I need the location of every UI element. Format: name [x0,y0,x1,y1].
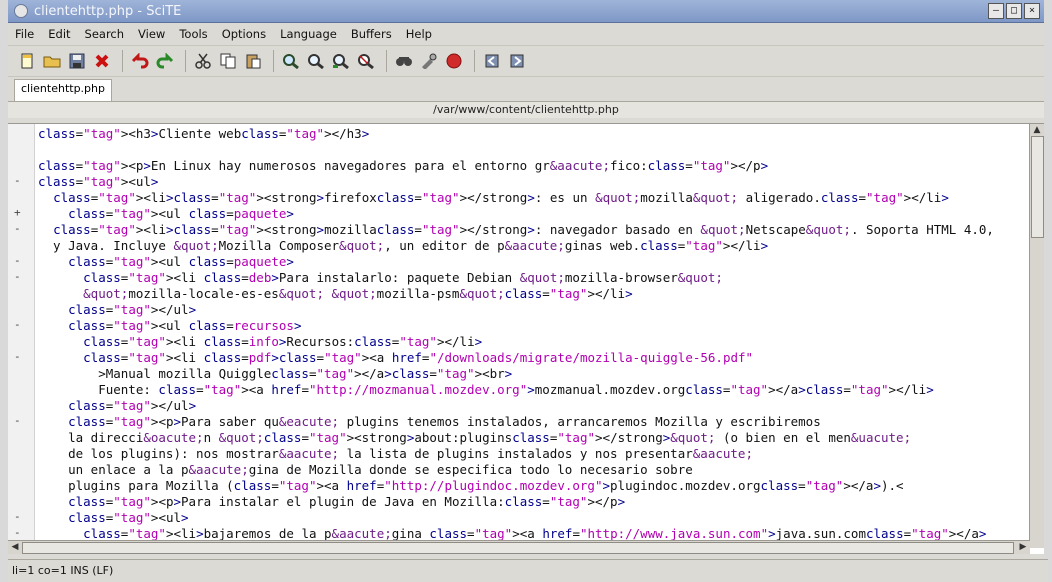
menu-edit[interactable]: Edit [41,27,77,41]
next-icon[interactable] [506,50,528,72]
status-bar: li=1 co=1 INS (LF) [8,559,1048,582]
code-line[interactable]: class="tag"><ul> [38,174,158,190]
toolbar-separator [474,50,475,72]
find-in-files-icon[interactable] [393,50,415,72]
code-line[interactable]: Fuente: class="tag"><a href="http://mozm… [38,382,934,398]
fold-margin[interactable]: - + - - - - - - - - [8,124,35,548]
code-line[interactable]: class="tag"><ul class=paquete> [38,206,294,222]
toolbar-separator [273,50,274,72]
fold-collapse-icon[interactable]: - [14,318,21,331]
fold-collapse-icon[interactable]: - [14,174,21,187]
paste-icon[interactable] [242,50,264,72]
scroll-up-icon[interactable]: ▲ [1031,124,1043,136]
code-editor[interactable]: - + - - - - - - - - class="tag"><h3>Cliente webcl… [8,123,1044,554]
scroll-left-icon[interactable]: ◀ [9,541,21,553]
code-line[interactable]: &quot;mozilla-locale-es-es&quot; &quot;m… [38,286,632,302]
fold-collapse-icon[interactable]: - [14,270,21,283]
toolbar-separator [185,50,186,72]
code-line[interactable]: class="tag"><p>Para instalar el plugin d… [38,494,625,510]
code-line[interactable]: class="tag"><p>Para saber qu&eacute; plu… [38,414,821,430]
horizontal-scroll-thumb[interactable] [22,542,1014,554]
save-icon[interactable] [66,50,88,72]
tab-clientehttp[interactable]: clientehttp.php [14,79,112,101]
title-bar[interactable]: clientehttp.php - SciTE – □ × [8,0,1044,23]
find-icon[interactable] [280,50,302,72]
menu-options[interactable]: Options [215,27,273,41]
fold-collapse-icon[interactable]: - [14,414,21,427]
code-line[interactable]: class="tag"><li>class="tag"><strong>mozi… [38,222,994,238]
open-folder-icon[interactable] [41,50,63,72]
previous-icon[interactable] [481,50,503,72]
menu-help[interactable]: Help [399,27,439,41]
menu-file[interactable]: File [8,27,41,41]
code-line[interactable]: class="tag"><h3>Cliente webclass="tag"><… [38,126,369,142]
undo-icon[interactable] [129,50,151,72]
code-line[interactable]: class="tag"><li class=info>Recursos:clas… [38,334,482,350]
code-line[interactable]: class="tag"><ul class=paquete> [38,254,294,270]
code-line[interactable]: class="tag"><p>En Linux hay numerosos na… [38,158,768,174]
minimize-icon[interactable]: – [988,3,1004,19]
find-next-icon[interactable] [305,50,327,72]
new-file-icon[interactable] [16,50,38,72]
file-path: /var/www/content/clientehttp.php [8,102,1044,118]
code-line[interactable]: y Java. Incluye &quot;Mozilla Composer&q… [38,238,768,254]
copy-icon[interactable] [217,50,239,72]
scroll-right-icon[interactable]: ▶ [1017,541,1029,553]
menu-language[interactable]: Language [273,27,344,41]
code-line[interactable]: class="tag"><li class=pdf>class="tag"><a… [38,350,753,366]
menu-view[interactable]: View [131,27,172,41]
code-line[interactable]: plugins para Mozilla (class="tag"><a hre… [38,478,903,494]
vertical-scrollbar[interactable]: ▲ [1029,124,1044,548]
code-line[interactable]: class="tag"></ul> [38,302,196,318]
menu-buffers[interactable]: Buffers [344,27,399,41]
code-line[interactable]: class="tag"><ul> [38,510,188,526]
close-icon[interactable] [91,50,113,72]
menu-search[interactable]: Search [78,27,132,41]
build-icon[interactable] [418,50,440,72]
toolbar [8,46,1044,77]
tab-bar: clientehttp.php [8,77,1044,102]
fold-collapse-icon[interactable]: - [14,254,21,267]
replace-icon[interactable] [355,50,377,72]
vertical-scroll-thumb[interactable] [1031,136,1044,238]
code-line[interactable]: >Manual mozilla Quiggleclass="tag"></a>c… [38,366,512,382]
code-line[interactable]: class="tag"><li class=deb>Para instalarl… [38,270,723,286]
code-line[interactable]: un enlace a la p&aacute;gina de Mozilla … [38,462,693,478]
code-line[interactable]: class="tag"><li>class="tag"><strong>fire… [38,190,949,206]
code-area[interactable]: class="tag"><h3>Cliente webclass="tag"><… [38,124,1036,548]
maximize-icon[interactable]: □ [1006,3,1022,19]
close-window-icon[interactable]: × [1024,3,1040,19]
window-title: clientehttp.php - SciTE [34,3,182,19]
stop-icon[interactable] [443,50,465,72]
horizontal-scrollbar[interactable]: ◀ ▶ [8,540,1030,554]
fold-collapse-icon[interactable]: - [14,222,21,235]
toolbar-separator [122,50,123,72]
fold-collapse-icon[interactable]: - [14,510,21,523]
scite-window: clientehttp.php - SciTE – □ × File Edit … [8,0,1048,582]
code-line[interactable]: class="tag"></ul> [38,398,196,414]
code-line[interactable]: de los plugins): nos mostrar&aacute; la … [38,446,753,462]
fold-expand-icon[interactable]: + [14,206,21,219]
code-line[interactable]: class="tag"><ul class=recursos> [38,318,301,334]
toolbar-separator [386,50,387,72]
menu-bar: File Edit Search View Tools Options Lang… [8,23,1044,46]
find-prev-icon[interactable] [330,50,352,72]
menu-tools[interactable]: Tools [172,27,214,41]
app-icon [14,4,28,18]
fold-collapse-icon[interactable]: - [14,526,21,539]
code-line[interactable]: la direcci&oacute;n &quot;class="tag"><s… [38,430,911,446]
redo-icon[interactable] [154,50,176,72]
cut-icon[interactable] [192,50,214,72]
fold-collapse-icon[interactable]: - [14,350,21,363]
